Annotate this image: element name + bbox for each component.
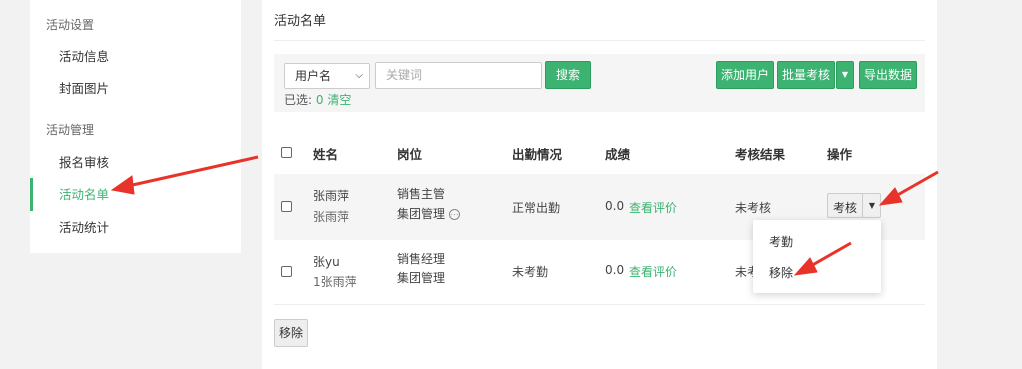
view-evaluation-link[interactable]: 查看评价 [629,263,677,280]
dropdown-item-attendance[interactable]: 考勤 [769,233,793,250]
row-attendance: 正常出勤 [512,201,561,215]
page-title: 活动名单 [274,14,327,29]
selection-count: 0 [315,93,324,107]
col-name: 姓名 [313,147,339,162]
chevron-down-icon: ⌵ [355,70,363,81]
batch-assess-caret-icon[interactable]: ▼ [836,61,854,89]
add-user-button[interactable]: 添加用户 [716,61,774,89]
remove-button[interactable]: 移除 [274,319,308,347]
field-select-value: 用户名 [295,69,332,83]
sidebar-item-cover-image[interactable]: 封面图片 [30,72,241,105]
export-data-button[interactable]: 导出数据 [859,61,917,89]
row-department: 集团管理 [397,271,446,285]
row-position: 销售经理 [397,252,446,266]
keyword-input[interactable]: 关键词 [375,62,542,89]
row-result: 未考核 [735,201,772,215]
row-sub-name: 1张雨萍 [313,275,357,289]
sidebar-group-manage: 活动管理 [46,123,95,137]
batch-assess-button[interactable]: 批量考核 [777,61,835,89]
more-info-icon[interactable]: ⋯ [449,209,461,220]
row-checkbox[interactable] [281,266,292,277]
selection-label: 已选: [284,93,316,107]
toolbar: 用户名 ⌵ 关键词 搜索 添加用户 批量考核 ▼ 导出数据 已选: 0 清空 [274,54,925,112]
row-position: 销售主管 [397,187,446,201]
divider [274,40,925,41]
sidebar-group-settings: 活动设置 [46,18,95,32]
sidebar-item-activity-info[interactable]: 活动信息 [30,40,241,73]
row-action-dropdown: 考勤 移除 [753,220,881,293]
sidebar-item-registration-review[interactable]: 报名审核 [30,146,241,179]
row-name: 张雨萍 [313,189,350,203]
search-button[interactable]: 搜索 [545,61,591,89]
main-panel: 活动名单 用户名 ⌵ 关键词 搜索 添加用户 批量考核 ▼ 导出数据 已选: 0… [262,0,937,369]
caret-down-icon[interactable]: ▼ [862,194,881,217]
row-department-label: 集团管理 [397,207,446,221]
assess-button[interactable]: 考核 [833,199,857,216]
view-evaluation-link[interactable]: 查看评价 [629,199,677,216]
row-department: 集团管理 ⋯ [397,205,461,222]
col-result: 考核结果 [735,147,786,162]
dropdown-item-remove[interactable]: 移除 [769,264,793,281]
row-score: 0.0 [605,199,625,213]
row-checkbox[interactable] [281,201,292,212]
row-name: 张yu [313,255,340,269]
row-attendance: 未考勤 [512,265,549,279]
selection-info: 已选: 0 清空 [284,91,351,108]
sidebar-item-activity-list[interactable]: 活动名单 [30,178,241,211]
select-all-checkbox[interactable] [281,147,292,158]
sidebar: 活动设置 活动信息 封面图片 活动管理 报名审核 活动名单 活动统计 [30,0,241,253]
field-select[interactable]: 用户名 ⌵ [284,63,370,89]
row-score: 0.0 [605,263,625,277]
col-actions: 操作 [827,147,853,162]
sidebar-item-activity-stats[interactable]: 活动统计 [30,211,241,244]
clear-selection-link[interactable]: 清空 [327,93,351,107]
col-attendance: 出勤情况 [512,147,563,162]
col-score: 成绩 [605,147,631,162]
assess-split-button[interactable]: 考核 ▼ [827,193,881,218]
row-sub-name: 张雨萍 [313,210,350,224]
col-position: 岗位 [397,147,423,162]
